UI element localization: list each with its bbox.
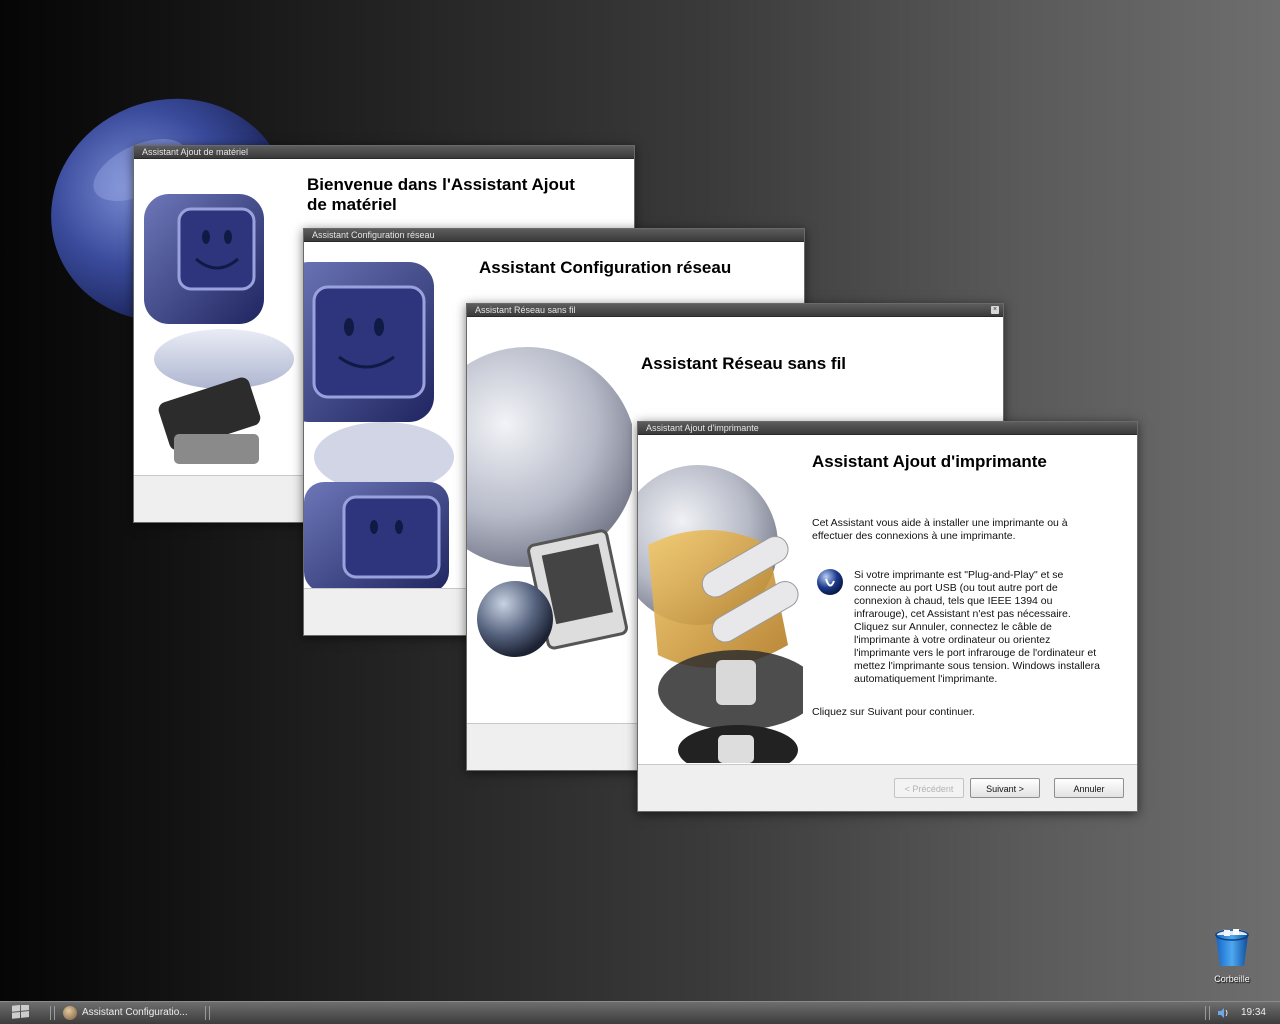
recycle-bin-icon: [1215, 929, 1249, 966]
next-button[interactable]: Suivant >: [970, 778, 1040, 798]
close-icon[interactable]: ×: [991, 306, 999, 314]
printer-wizard-window[interactable]: Assistant Ajout d'imprimante Assistant A…: [637, 421, 1138, 812]
printer-wizard-titlebar[interactable]: Assistant Ajout d'imprimante: [638, 422, 1137, 435]
robot-monitor-icon: [144, 194, 294, 464]
info-icon: [817, 569, 843, 595]
network-wizard-heading: Assistant Configuration réseau: [479, 258, 732, 277]
two-computers-icon: [304, 262, 454, 588]
back-button[interactable]: < Précédent: [894, 778, 964, 798]
network-wizard-side-image: [304, 242, 464, 588]
printer-wizard-heading: Assistant Ajout d'imprimante: [812, 452, 1047, 471]
tray-separator: [1205, 1006, 1210, 1020]
wireless-wizard-titlebar[interactable]: Assistant Réseau sans fil ×: [467, 304, 1003, 317]
taskbar-clock[interactable]: 19:34: [1241, 1004, 1266, 1022]
taskbar: Assistant Configuratio... 19:34: [0, 1001, 1280, 1024]
cancel-button[interactable]: Annuler: [1054, 778, 1124, 798]
window-title: Assistant Configuration réseau: [312, 230, 435, 240]
taskbar-button-network-wizard[interactable]: Assistant Configuratio...: [60, 1004, 205, 1022]
window-title: Assistant Réseau sans fil: [475, 305, 576, 315]
wireless-wizard-side-image: [467, 317, 632, 723]
taskbar-separator: [205, 1006, 210, 1020]
recycle-bin-desktop-icon[interactable]: Corbeille: [1204, 926, 1260, 984]
printer-wizard-pnp-text: Si votre imprimante est "Plug-and-Play" …: [854, 569, 1100, 685]
hardware-wizard-heading: Bienvenue dans l'Assistant Ajout de maté…: [307, 175, 575, 214]
network-wizard-app-icon: [63, 1006, 77, 1020]
taskbar-button-label: Assistant Configuratio...: [82, 1007, 188, 1018]
taskbar-separator: [50, 1006, 55, 1020]
printer-wizard-side-image: [638, 435, 803, 763]
start-windows-icon[interactable]: [10, 1005, 32, 1021]
window-title: Assistant Ajout de matériel: [142, 147, 249, 157]
volume-tray-icon[interactable]: [1216, 1006, 1230, 1020]
hardware-wizard-titlebar[interactable]: Assistant Ajout de matériel: [134, 146, 634, 159]
printer-wizard-intro: Cet Assistant vous aide à installer une …: [812, 517, 1068, 542]
globe-laptop-icon: [467, 347, 632, 657]
printer-wizard-continue-text: Cliquez sur Suivant pour continuer.: [812, 706, 975, 718]
hardware-wizard-side-image: [134, 159, 304, 475]
printer-wizard-button-bar: < Précédent Suivant > Annuler: [638, 764, 1137, 811]
wireless-wizard-heading: Assistant Réseau sans fil: [641, 354, 847, 373]
network-wizard-titlebar[interactable]: Assistant Configuration réseau: [304, 229, 804, 242]
recycle-bin-label: Corbeille: [1214, 974, 1250, 984]
window-title: Assistant Ajout d'imprimante: [646, 423, 759, 433]
plug-globe-icon: [638, 465, 803, 763]
